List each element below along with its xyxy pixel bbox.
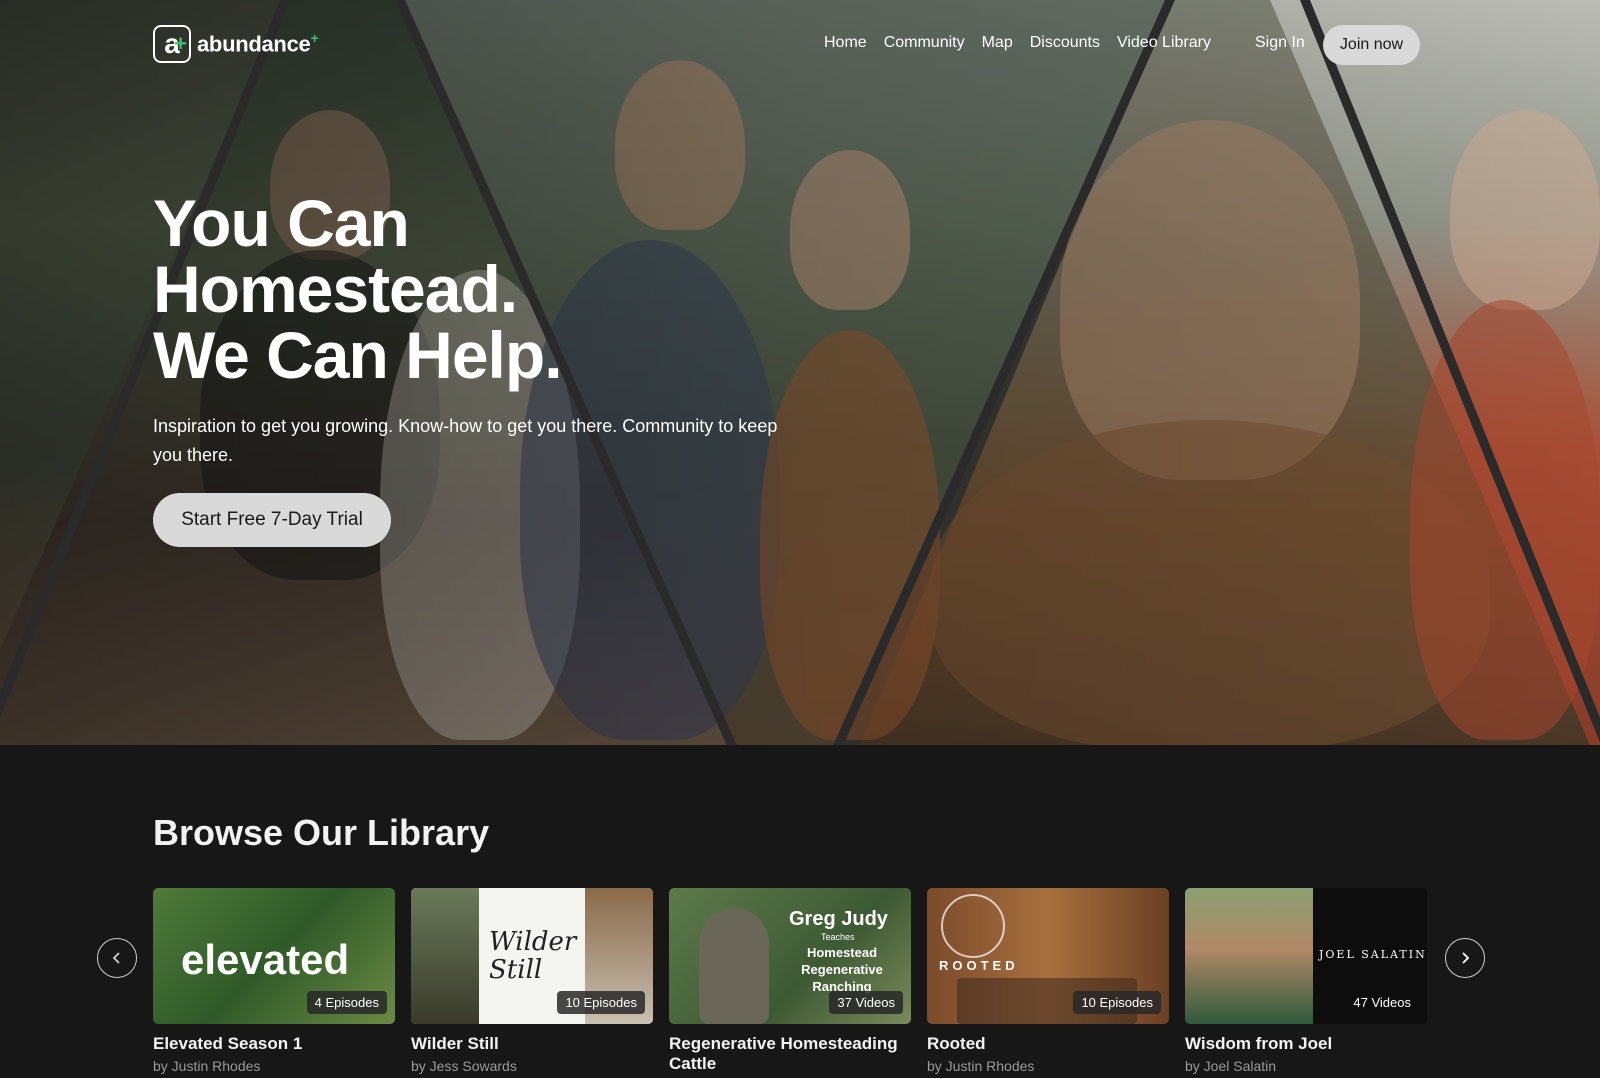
- episode-count-badge: 10 Episodes: [1073, 991, 1161, 1014]
- chevron-left-icon: [112, 952, 120, 964]
- thumb-title: elevated: [181, 936, 350, 983]
- thumb-subtitle: Homestead Regenerative Ranching: [801, 945, 883, 994]
- card-thumbnail: Greg Judy Teaches Homestead Regenerative…: [669, 888, 911, 1024]
- main-nav: Home Community Map Discounts Video Libra…: [824, 34, 1211, 52]
- card-thumbnail: JOEL SALATIN 47 Videos: [1185, 888, 1427, 1024]
- brand-name: abundance+: [197, 30, 319, 57]
- card-author: by Justin Rhodes: [153, 1058, 261, 1074]
- card-title: Rooted: [927, 1034, 986, 1053]
- nav-home[interactable]: Home: [824, 34, 867, 52]
- thumb-title: JOEL SALATIN: [1319, 948, 1427, 961]
- nav-community[interactable]: Community: [884, 34, 965, 52]
- logo-mark-icon: a +: [153, 25, 191, 63]
- logo-plus: +: [174, 31, 187, 56]
- tree-icon: [941, 894, 1005, 958]
- library-card[interactable]: JOEL SALATIN 47 Videos Wisdom from Joel …: [1185, 888, 1427, 1074]
- video-count-badge: 37 Videos: [829, 991, 903, 1014]
- thumb-photo: [411, 888, 479, 1024]
- nav-map[interactable]: Map: [982, 34, 1013, 52]
- brand-name-text: abundance: [197, 31, 311, 57]
- hero-headline: You Can Homestead. We Can Help.: [153, 186, 563, 392]
- brand-logo[interactable]: a + abundance+: [153, 25, 319, 63]
- card-author: by Jess Sowards: [411, 1058, 517, 1074]
- card-thumbnail: ROOTED 10 Episodes: [927, 888, 1169, 1024]
- card-title: Elevated Season 1: [153, 1034, 303, 1053]
- card-thumbnail: elevated 4 Episodes: [153, 888, 395, 1024]
- episode-count-badge: 10 Episodes: [557, 991, 645, 1014]
- brand-plus: +: [310, 30, 319, 47]
- library-card[interactable]: Greg Judy Teaches Homestead Regenerative…: [669, 888, 911, 1078]
- episode-count-badge: 4 Episodes: [306, 991, 387, 1014]
- thumb-title: Wilder Still: [489, 927, 577, 985]
- headline-line: You Can: [153, 186, 410, 260]
- sign-in-link[interactable]: Sign In: [1255, 34, 1305, 52]
- library-card[interactable]: Wilder Still 10 Episodes Wilder Still by…: [411, 888, 653, 1074]
- thumb-title: Greg Judy: [789, 908, 888, 930]
- card-thumbnail: Wilder Still 10 Episodes: [411, 888, 653, 1024]
- nav-video-library[interactable]: Video Library: [1117, 34, 1211, 52]
- library-title: Browse Our Library: [153, 812, 490, 853]
- card-title: Wilder Still: [411, 1034, 499, 1053]
- carousel-prev-button[interactable]: [97, 938, 137, 978]
- card-title: Regenerative Homesteading Cattle: [669, 1034, 898, 1073]
- headline-line: Homestead.: [153, 252, 518, 326]
- library-card[interactable]: ROOTED 10 Episodes Rooted by Justin Rhod…: [927, 888, 1169, 1074]
- library-card[interactable]: elevated 4 Episodes Elevated Season 1 by…: [153, 888, 395, 1074]
- nav-discounts[interactable]: Discounts: [1030, 34, 1100, 52]
- thumb-subtitle: Teaches: [821, 932, 855, 942]
- headline-line: We Can Help.: [153, 318, 563, 392]
- card-author: by Joel Salatin: [1185, 1058, 1277, 1074]
- video-count-badge: 47 Videos: [1353, 995, 1411, 1010]
- carousel-next-button[interactable]: [1445, 938, 1485, 978]
- chevron-right-icon: [1462, 952, 1470, 964]
- thumb-photo: [1185, 888, 1313, 1024]
- join-now-button[interactable]: Join now: [1323, 25, 1420, 65]
- hero-subtitle: Inspiration to get you growing. Know-how…: [153, 416, 778, 465]
- card-author: by Justin Rhodes: [927, 1058, 1035, 1074]
- start-trial-button[interactable]: Start Free 7-Day Trial: [153, 493, 391, 547]
- card-title: Wisdom from Joel: [1185, 1034, 1333, 1053]
- thumb-photo: [699, 908, 769, 1024]
- thumb-title: ROOTED: [939, 958, 1019, 973]
